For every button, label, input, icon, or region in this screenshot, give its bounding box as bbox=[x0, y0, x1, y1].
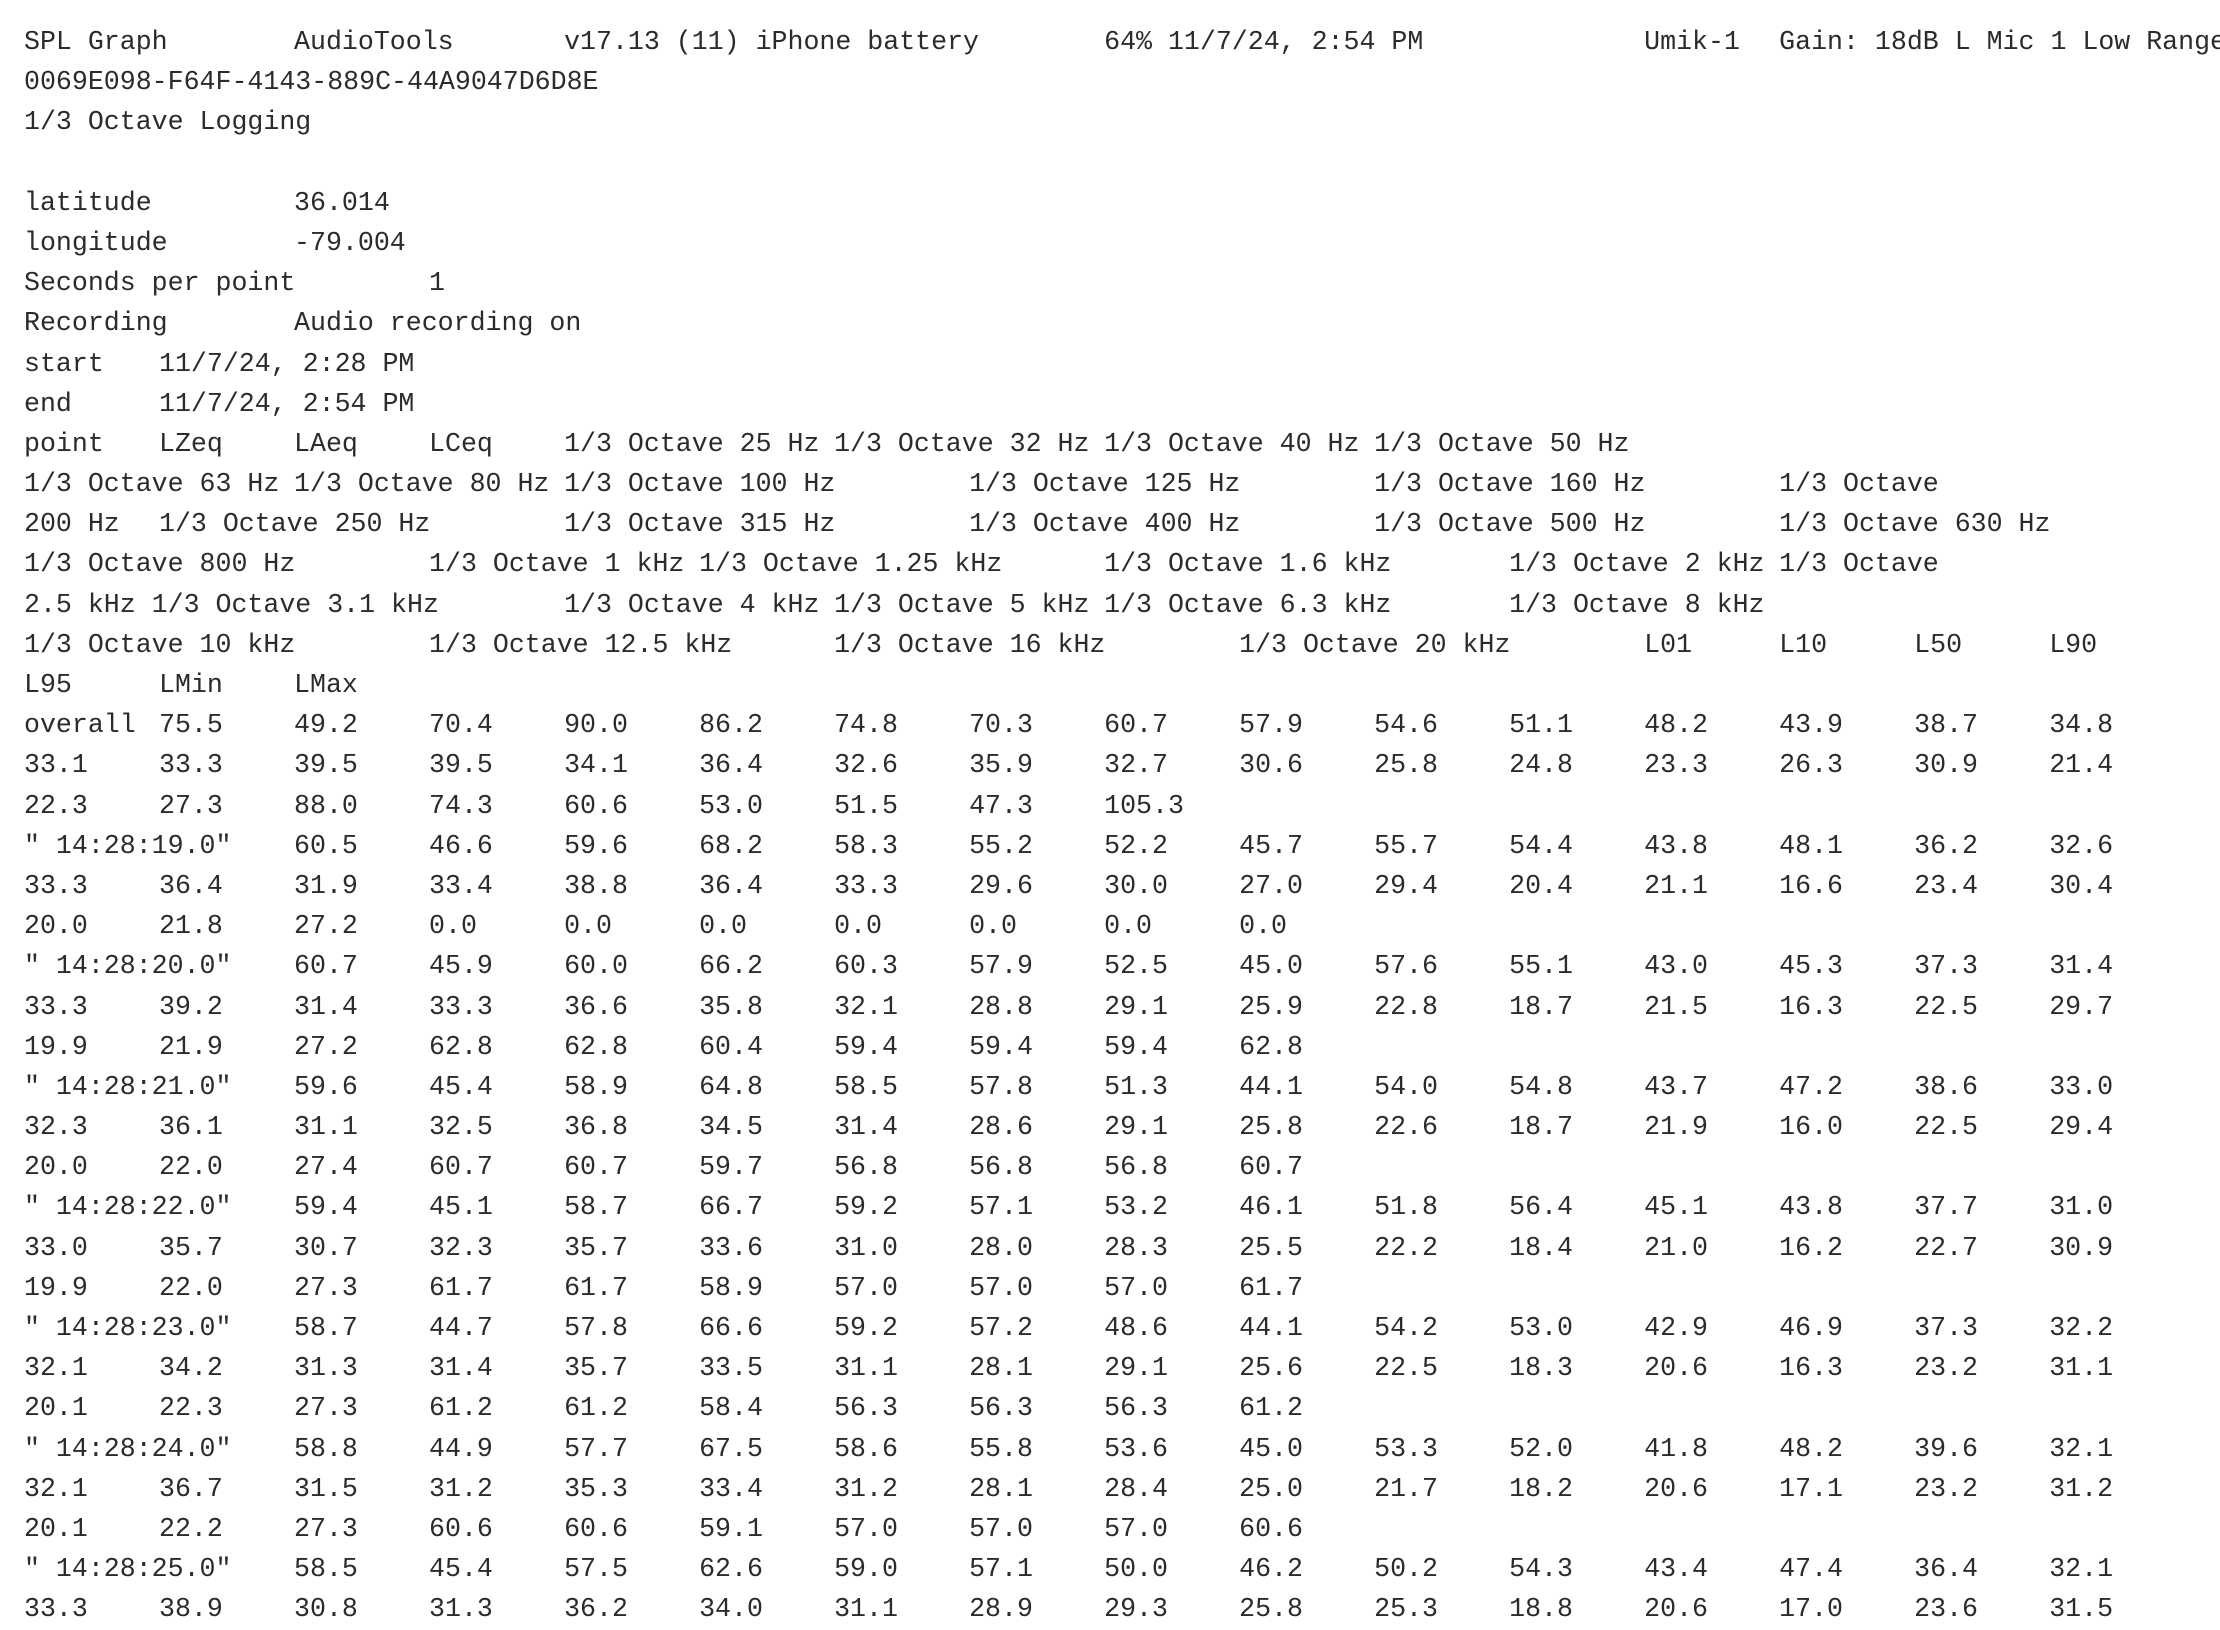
document-line: point LZeq LAeq LCeq 1/3 Octave 25 Hz 1/… bbox=[24, 428, 1630, 459]
document-line: " 14:28:25.0" 58.5 45.4 57.5 62.6 59.0 5… bbox=[24, 1554, 2114, 1585]
document-line: Seconds per point 1 bbox=[24, 268, 446, 299]
document-line: " 14:28:24.0" 58.8 44.9 57.7 67.5 58.6 5… bbox=[24, 1433, 2114, 1464]
document-line: 32.1 34.2 31.3 31.4 35.7 33.5 31.1 28.1 … bbox=[24, 1353, 2114, 1384]
document-line: start 11/7/24, 2:28 PM bbox=[24, 348, 415, 379]
document-line: 20.1 22.2 27.3 60.6 60.6 59.1 57.0 57.0 … bbox=[24, 1513, 1303, 1544]
document-line: Recording Audio recording on bbox=[24, 308, 582, 339]
document-line: longitude -79.004 bbox=[24, 227, 406, 258]
document-line: end 11/7/24, 2:54 PM bbox=[24, 388, 415, 419]
document-line: 33.3 38.9 30.8 31.3 36.2 34.0 31.1 28.9 … bbox=[24, 1594, 2114, 1625]
document-line: 19.9 21.9 27.2 62.8 62.8 60.4 59.4 59.4 … bbox=[24, 1031, 1303, 1062]
document-line: 19.9 22.0 27.3 61.7 61.7 58.9 57.0 57.0 … bbox=[24, 1272, 1303, 1303]
document-line: 0069E098-F64F-4143-889C-44A9047D6D8E bbox=[24, 67, 599, 98]
document-line: SPL Graph AudioTools v17.13 (11) iPhone … bbox=[24, 27, 2220, 57]
document-line: 20.0 21.8 27.2 0.0 0.0 0.0 0.0 0.0 0.0 0… bbox=[24, 911, 1287, 942]
document-line: 1/3 Octave 63 Hz 1/3 Octave 80 Hz 1/3 Oc… bbox=[24, 469, 1939, 500]
document-line: " 14:28:21.0" 59.6 45.4 58.9 64.8 58.5 5… bbox=[24, 1071, 2114, 1102]
document-line: 2.5 kHz 1/3 Octave 3.1 kHz 1/3 Octave 4 … bbox=[24, 589, 1765, 620]
document-line: 1/3 Octave 10 kHz 1/3 Octave 12.5 kHz 1/… bbox=[24, 629, 2098, 660]
document-line: " 14:28:22.0" 59.4 45.1 58.7 66.7 59.2 5… bbox=[24, 1192, 2114, 1223]
document-line: 1/3 Octave 800 Hz 1/3 Octave 1 kHz 1/3 O… bbox=[24, 549, 1939, 580]
document-line: 33.3 39.2 31.4 33.3 36.6 35.8 32.1 28.8 … bbox=[24, 991, 2114, 1022]
document-line: 200 Hz 1/3 Octave 250 Hz 1/3 Octave 315 … bbox=[24, 509, 2051, 540]
document-line: L95 LMin LMax bbox=[24, 670, 358, 700]
document-line: 32.1 36.7 31.5 31.2 35.3 33.4 31.2 28.1 … bbox=[24, 1473, 2114, 1504]
document-line: 33.1 33.3 39.5 39.5 34.1 36.4 32.6 35.9 … bbox=[24, 750, 2114, 781]
document-line: 32.3 36.1 31.1 32.5 36.8 34.5 31.4 28.6 … bbox=[24, 1112, 2114, 1143]
document-line: " 14:28:23.0" 58.7 44.7 57.8 66.6 59.2 5… bbox=[24, 1313, 2114, 1343]
document-line: 1/3 Octave Logging bbox=[24, 107, 312, 138]
document-line: latitude 36.014 bbox=[24, 187, 390, 218]
document-line: 20.0 22.0 27.4 60.7 60.7 59.7 56.8 56.8 … bbox=[24, 1152, 1303, 1183]
document-line: " 14:28:19.0" 60.5 46.6 59.6 68.2 58.3 5… bbox=[24, 830, 2114, 861]
document-line: 33.3 36.4 31.9 33.4 38.8 36.4 33.3 29.6 … bbox=[24, 870, 2114, 901]
document-line: overall 75.5 49.2 70.4 90.0 86.2 74.8 70… bbox=[24, 710, 2114, 741]
document-line: 33.0 35.7 30.7 32.3 35.7 33.6 31.0 28.0 … bbox=[24, 1232, 2114, 1263]
document-line: " 14:28:20.0" 60.7 45.9 60.0 66.2 60.3 5… bbox=[24, 951, 2114, 982]
text-document: SPL Graph AudioTools v17.13 (11) iPhone … bbox=[24, 22, 2220, 1630]
document-line: 22.3 27.3 88.0 74.3 60.6 53.0 51.5 47.3 … bbox=[24, 790, 1184, 821]
document-line: 20.1 22.3 27.3 61.2 61.2 58.4 56.3 56.3 … bbox=[24, 1393, 1303, 1424]
